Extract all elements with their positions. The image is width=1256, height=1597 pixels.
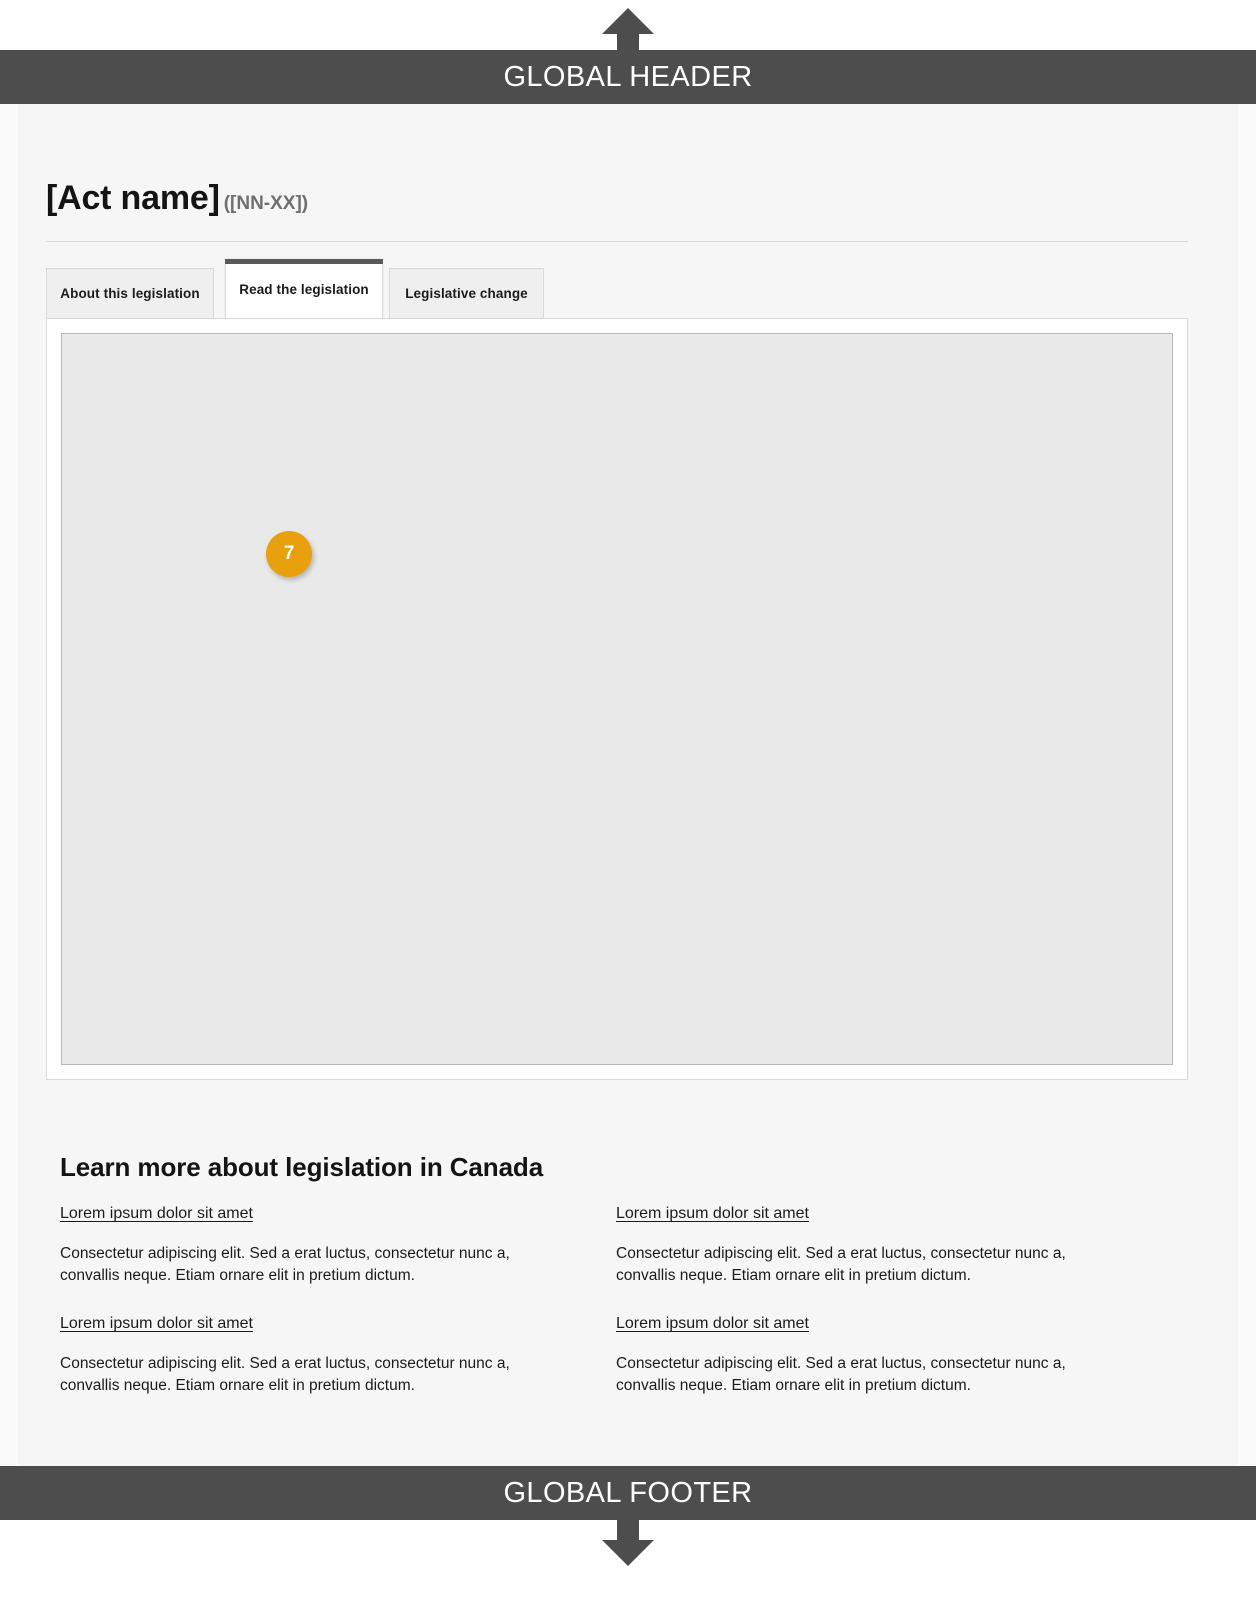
page-title: [Act name] ([NN-XX]) <box>46 104 1210 217</box>
learn-more-item: Lorem ipsum dolor sit amet Consectetur a… <box>616 1205 1172 1315</box>
tab-legislative-change[interactable]: Legislative change <box>389 268 544 320</box>
annotation-badge-number: 7 <box>283 543 295 565</box>
global-footer: GLOBAL FOOTER <box>0 1466 1256 1520</box>
global-header-label: GLOBAL HEADER <box>503 60 753 93</box>
learn-more-body: Consectetur adipiscing elit. Sed a erat … <box>616 1245 1066 1285</box>
global-footer-label: GLOBAL FOOTER <box>503 1476 753 1509</box>
tab-about-this-legislation[interactable]: About this legislation <box>46 268 214 320</box>
annotation-badge-7[interactable]: 7 <box>266 531 312 578</box>
page-background-right-band <box>1238 104 1256 1466</box>
act-code: ([NN-XX]) <box>223 193 309 214</box>
tab-panel: 7 <box>46 318 1188 1081</box>
tab-label: About this legislation <box>60 286 200 302</box>
tab-read-the-legislation[interactable]: Read the legislation <box>225 259 383 320</box>
learn-more-item: Lorem ipsum dolor sit amet Consectetur a… <box>60 1315 616 1425</box>
page-background-left-band <box>0 104 18 1466</box>
learn-more-link[interactable]: Lorem ipsum dolor sit amet <box>616 1205 809 1223</box>
arrow-down-icon <box>602 1520 654 1566</box>
learn-more-body: Consectetur adipiscing elit. Sed a erat … <box>60 1245 510 1285</box>
tab-active-indicator <box>225 259 383 265</box>
content-placeholder: 7 <box>61 333 1173 1066</box>
learn-more-heading: Learn more about legislation in Canada <box>60 1152 544 1183</box>
learn-more-grid: Lorem ipsum dolor sit amet Consectetur a… <box>60 1205 1210 1425</box>
learn-more-body: Consectetur adipiscing elit. Sed a erat … <box>60 1355 510 1395</box>
title-divider <box>46 241 1188 243</box>
learn-more-section: Learn more about legislation in Canada L… <box>46 1152 1210 1425</box>
learn-more-body: Consectetur adipiscing elit. Sed a erat … <box>616 1355 1066 1395</box>
learn-more-item: Lorem ipsum dolor sit amet Consectetur a… <box>60 1205 616 1315</box>
tab-list: About this legislation Read the legislat… <box>46 259 1210 320</box>
act-name: [Act name] <box>46 179 220 217</box>
learn-more-link[interactable]: Lorem ipsum dolor sit amet <box>60 1205 253 1223</box>
page-root: GLOBAL HEADER [Act name] ([NN-XX]) About … <box>0 0 1256 1597</box>
tab-label: Legislative change <box>405 286 528 302</box>
learn-more-item: Lorem ipsum dolor sit amet Consectetur a… <box>616 1315 1172 1425</box>
tab-label: Read the legislation <box>239 281 369 297</box>
learn-more-link[interactable]: Lorem ipsum dolor sit amet <box>616 1315 809 1333</box>
global-header: GLOBAL HEADER <box>0 50 1256 104</box>
main-content: [Act name] ([NN-XX]) About this legislati… <box>46 104 1210 1425</box>
arrow-up-icon <box>602 8 654 54</box>
learn-more-link[interactable]: Lorem ipsum dolor sit amet <box>60 1315 253 1333</box>
